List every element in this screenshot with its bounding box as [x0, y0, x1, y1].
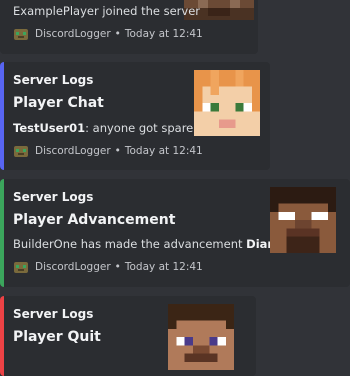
discordlogger-bot-icon	[14, 29, 28, 40]
footer-separator: •	[114, 261, 121, 273]
embed-title: Player Chat	[13, 95, 104, 111]
log-embed-advancement: Server Logs Player Advancement BuilderOn…	[0, 179, 350, 287]
footer-bot-name: DiscordLogger	[35, 261, 111, 273]
discordlogger-bot-icon	[14, 146, 28, 157]
log-embed-chat: Server Logs Player Chat TestUser01: anyo…	[0, 62, 270, 170]
footer-separator: •	[114, 28, 121, 40]
player-head-thumbnail[interactable]	[270, 187, 336, 253]
log-footer: DiscordLogger • Today at 12:41	[13, 143, 203, 159]
log-footer: DiscordLogger • Today at 12:41	[13, 26, 203, 42]
advancement-text: BuilderOne has made the advancement	[13, 237, 247, 251]
player-head-thumbnail[interactable]	[168, 304, 234, 370]
log-embed-quit: Server Logs Player Quit	[0, 296, 256, 376]
discordlogger-bot-icon	[14, 262, 28, 273]
embed-author: Server Logs	[13, 307, 94, 321]
embed-author: Server Logs	[13, 73, 94, 87]
embed-title: Player Quit	[13, 329, 101, 345]
footer-timestamp: Today at 12:41	[124, 28, 203, 40]
footer-timestamp: Today at 12:41	[124, 261, 203, 273]
footer-bot-name: DiscordLogger	[35, 145, 111, 157]
log-embed-join: ExamplePlayer joined the server DiscordL…	[0, 0, 258, 54]
player-head-thumbnail[interactable]	[194, 70, 260, 136]
embed-title: Player Advancement	[13, 212, 176, 228]
footer-bot-name: DiscordLogger	[35, 28, 111, 40]
log-footer: DiscordLogger • Today at 12:41	[13, 259, 203, 275]
log-description: ExamplePlayer joined the server	[13, 4, 201, 18]
chat-username: TestUser01	[13, 121, 86, 135]
footer-timestamp: Today at 12:41	[124, 145, 203, 157]
footer-separator: •	[114, 145, 121, 157]
embed-author: Server Logs	[13, 190, 94, 204]
